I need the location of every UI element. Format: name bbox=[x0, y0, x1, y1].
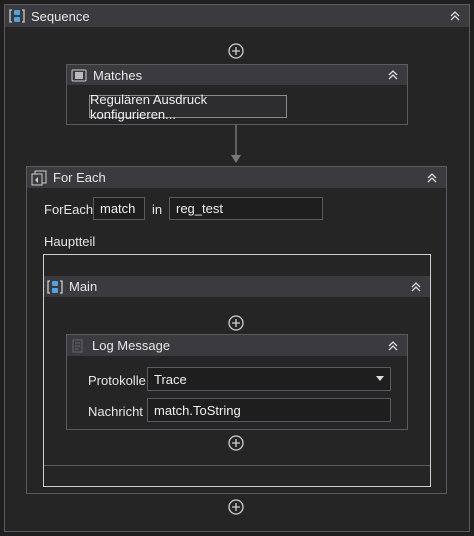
matches-header[interactable]: Matches bbox=[67, 65, 407, 85]
collapse-icon[interactable] bbox=[387, 69, 399, 81]
body-label: Hauptteil bbox=[44, 234, 96, 249]
collapse-icon[interactable] bbox=[410, 281, 422, 293]
add-icon bbox=[228, 43, 244, 59]
configure-regex-button[interactable]: Regulären Ausdruck konfigurieren... bbox=[89, 92, 287, 122]
add-activity-button[interactable] bbox=[228, 435, 244, 454]
sequence-header[interactable]: Sequence bbox=[5, 5, 469, 27]
add-activity-button[interactable] bbox=[228, 315, 244, 334]
collapse-icon[interactable] bbox=[449, 10, 461, 22]
sequence-title: Sequence bbox=[31, 8, 90, 24]
foreach-icon bbox=[31, 170, 47, 186]
collapse-icon[interactable] bbox=[426, 172, 438, 184]
log-icon bbox=[70, 338, 86, 354]
collection-input[interactable]: reg_test bbox=[169, 197, 323, 220]
foreach-label: ForEach bbox=[44, 202, 94, 217]
level-select[interactable]: Trace bbox=[147, 367, 391, 391]
message-label: Nachricht bbox=[88, 404, 143, 419]
collapse-icon[interactable] bbox=[387, 340, 399, 352]
message-input[interactable]: match.ToString bbox=[147, 398, 391, 422]
add-activity-button[interactable] bbox=[228, 499, 244, 518]
regex-activity-icon bbox=[71, 67, 87, 83]
log-message-header[interactable]: Log Message bbox=[67, 335, 407, 356]
add-activity-button[interactable] bbox=[228, 43, 244, 62]
add-icon bbox=[228, 435, 244, 451]
connector-arrow bbox=[229, 125, 243, 165]
item-variable-input[interactable]: match bbox=[93, 197, 145, 220]
in-label: in bbox=[152, 202, 163, 217]
level-value: Trace bbox=[154, 371, 187, 387]
foreach-title: For Each bbox=[53, 170, 106, 185]
main-divider bbox=[44, 465, 430, 466]
main-header[interactable]: Main bbox=[44, 276, 430, 297]
chevron-down-icon bbox=[376, 376, 384, 381]
log-title: Log Message bbox=[92, 338, 171, 353]
foreach-header[interactable]: For Each bbox=[27, 167, 446, 188]
add-icon bbox=[228, 315, 244, 331]
matches-title: Matches bbox=[93, 67, 143, 83]
main-title: Main bbox=[69, 279, 98, 294]
level-label: Protokolle bbox=[88, 373, 146, 388]
sequence-icon bbox=[9, 8, 25, 24]
add-icon bbox=[228, 499, 244, 515]
sequence-icon bbox=[47, 279, 63, 295]
